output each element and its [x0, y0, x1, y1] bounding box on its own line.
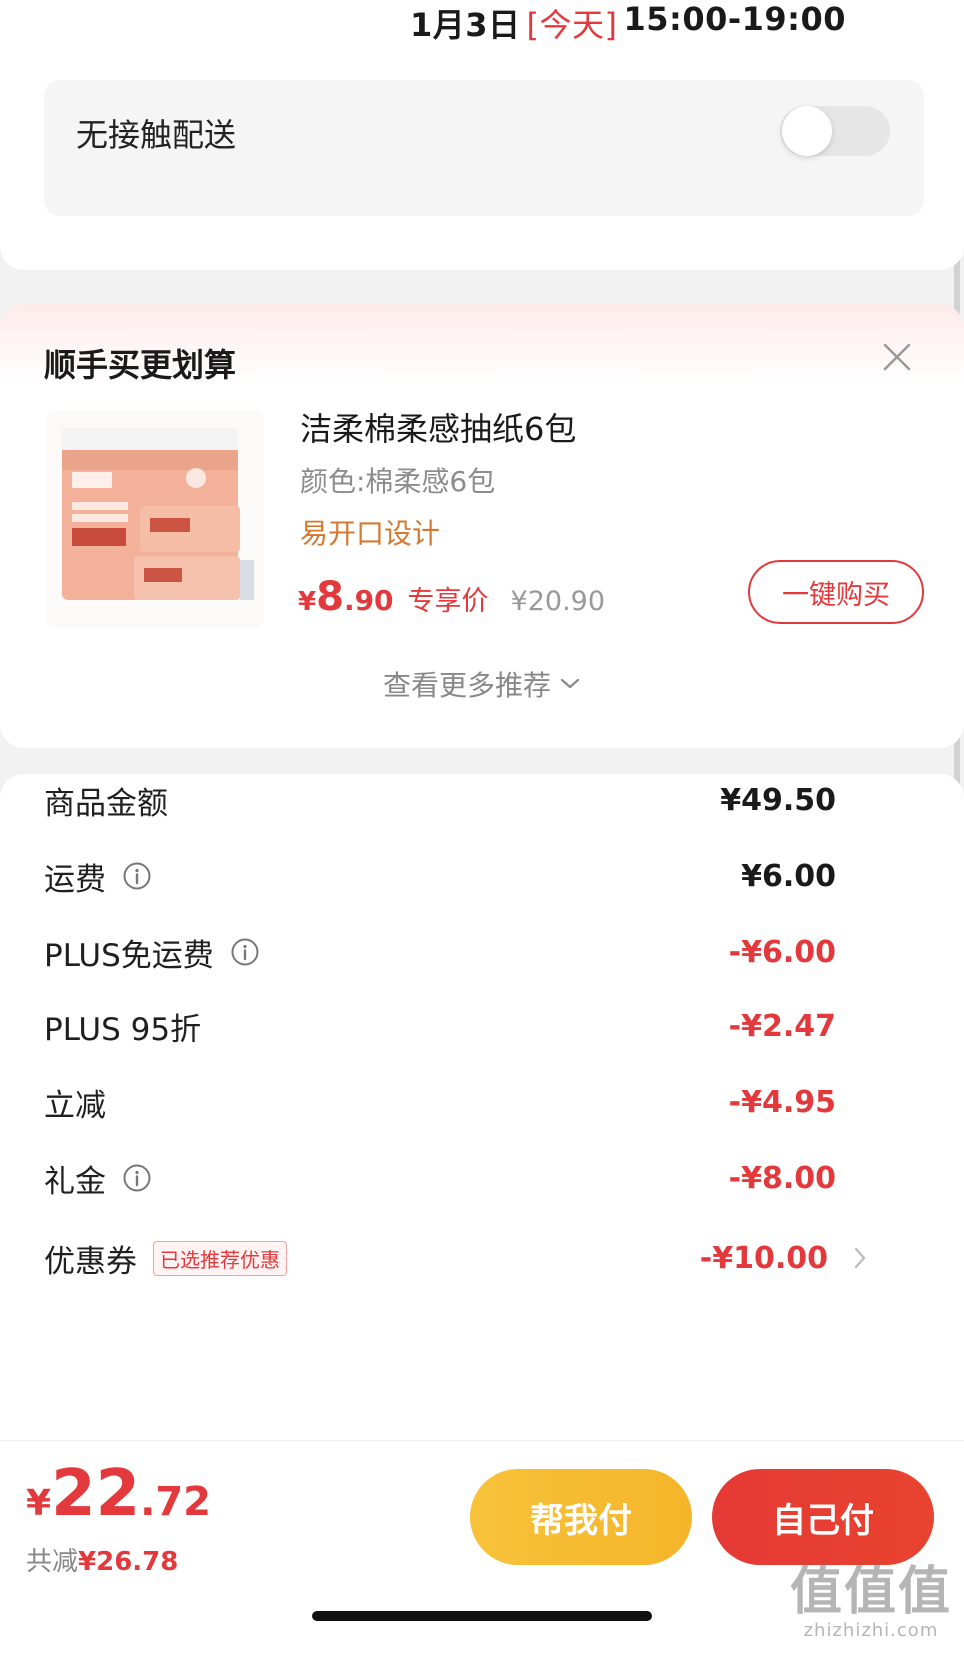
close-icon[interactable]	[882, 342, 912, 372]
delivery-time-range: 15:00-19:00	[623, 0, 846, 38]
coupon-row[interactable]: 优惠券 已选推荐优惠 -¥10.00	[44, 1236, 828, 1280]
coupon-label-group: 优惠券 已选推荐优惠	[44, 1236, 287, 1281]
summary-row-value: -¥2.47	[728, 1008, 836, 1044]
one-click-buy-button[interactable]: 一键购买	[748, 560, 924, 624]
coupon-value: -¥10.00	[699, 1240, 828, 1276]
more-recommendations-link[interactable]: 查看更多推荐	[0, 664, 964, 704]
home-indicator[interactable]	[312, 1611, 652, 1621]
chevron-down-icon	[560, 678, 580, 689]
summary-row-label: 商品金额	[44, 785, 168, 822]
summary-row-value: -¥4.95	[728, 1084, 836, 1120]
coupon-label: 优惠券	[44, 1243, 137, 1280]
recommendation-title: 顺手买更划算	[44, 346, 237, 384]
info-icon[interactable]	[230, 937, 260, 967]
summary-row-label: 运费	[44, 861, 106, 898]
info-icon[interactable]	[122, 861, 152, 891]
contactless-toggle[interactable]	[780, 106, 890, 156]
summary-row-value: ¥49.50	[720, 782, 836, 818]
summary-row[interactable]: 礼金 -¥8.00	[44, 1156, 836, 1200]
product-feature: 易开口设计	[300, 517, 441, 550]
original-price: ¥20.90	[510, 586, 606, 617]
summary-row-label: PLUS免运费	[44, 937, 214, 974]
info-icon[interactable]	[122, 1163, 152, 1193]
summary-row-label-group: 运费	[44, 854, 152, 899]
summary-row-label: 立减	[44, 1087, 106, 1124]
summary-row-label-group: PLUS免运费	[44, 930, 260, 975]
contactless-delivery-option: 无接触配送	[44, 80, 924, 216]
recommendation-card: 顺手买更划算 洁柔棉柔感抽纸6包 颜色:棉柔感6包 易开口设计 ¥ 8 .90 …	[0, 304, 964, 748]
summary-row: 商品金额 ¥49.50	[44, 778, 836, 822]
price-symbol: ¥	[298, 587, 317, 617]
watermark-logo: 值值值	[789, 1562, 952, 1622]
delivery-card: 1月3日 [今天] 15:00-19:00 无接触配送	[0, 0, 964, 270]
total-decimal: .72	[140, 1479, 211, 1525]
watermark: 值值值 zhizhizhi.com	[790, 1564, 952, 1641]
delivery-date: 1月3日	[409, 6, 521, 44]
summary-row-label-group: PLUS 95折	[44, 1004, 201, 1049]
total-symbol: ¥	[26, 1483, 52, 1524]
product-spec: 颜色:棉柔感6包	[300, 465, 496, 498]
price-decimal: .90	[343, 584, 394, 617]
price-tag: 专享价	[407, 586, 489, 617]
help-me-pay-button[interactable]: 帮我付	[470, 1469, 692, 1565]
summary-row-label-group: 立减	[44, 1080, 106, 1125]
saved-label: 共减	[26, 1547, 79, 1577]
summary-row: 立减 -¥4.95	[44, 1080, 836, 1124]
coupon-badge: 已选推荐优惠	[153, 1240, 287, 1276]
summary-row-label: 礼金	[44, 1163, 106, 1200]
summary-row-label-group: 商品金额	[44, 778, 168, 823]
summary-row-value: -¥8.00	[728, 1160, 836, 1196]
saved-amount: ¥26.78	[78, 1547, 179, 1577]
contactless-label: 无接触配送	[76, 116, 237, 154]
product-price: ¥ 8 .90 专享价 ¥20.90	[298, 574, 605, 620]
price-integer: 8	[316, 574, 344, 620]
summary-row-value: ¥6.00	[741, 858, 836, 894]
summary-row[interactable]: 运费 ¥6.00	[44, 854, 836, 898]
chevron-right-icon[interactable]	[852, 1246, 868, 1270]
total-price: ¥ 22 .72	[26, 1457, 211, 1531]
summary-row-label-group: 礼金	[44, 1156, 152, 1201]
summary-row[interactable]: PLUS免运费 -¥6.00	[44, 930, 836, 974]
summary-row-label: PLUS 95折	[44, 1011, 202, 1048]
summary-row-value: -¥6.00	[728, 934, 836, 970]
watermark-url: zhizhizhi.com	[803, 1620, 939, 1641]
toggle-knob	[782, 106, 832, 156]
delivery-time[interactable]: 1月3日 [今天] 15:00-19:00	[410, 0, 846, 46]
tissue-pack-icon	[46, 410, 264, 628]
summary-row: PLUS 95折 -¥2.47	[44, 1004, 836, 1048]
total-integer: 22	[51, 1457, 141, 1531]
total-saved: 共减¥26.78	[26, 1541, 178, 1578]
product-image[interactable]	[46, 410, 264, 628]
product-name[interactable]: 洁柔棉柔感抽纸6包	[300, 404, 576, 450]
more-recommendations-label: 查看更多推荐	[382, 669, 551, 702]
pay-myself-button[interactable]: 自己付	[712, 1469, 934, 1565]
today-tag: [今天]	[526, 6, 618, 44]
